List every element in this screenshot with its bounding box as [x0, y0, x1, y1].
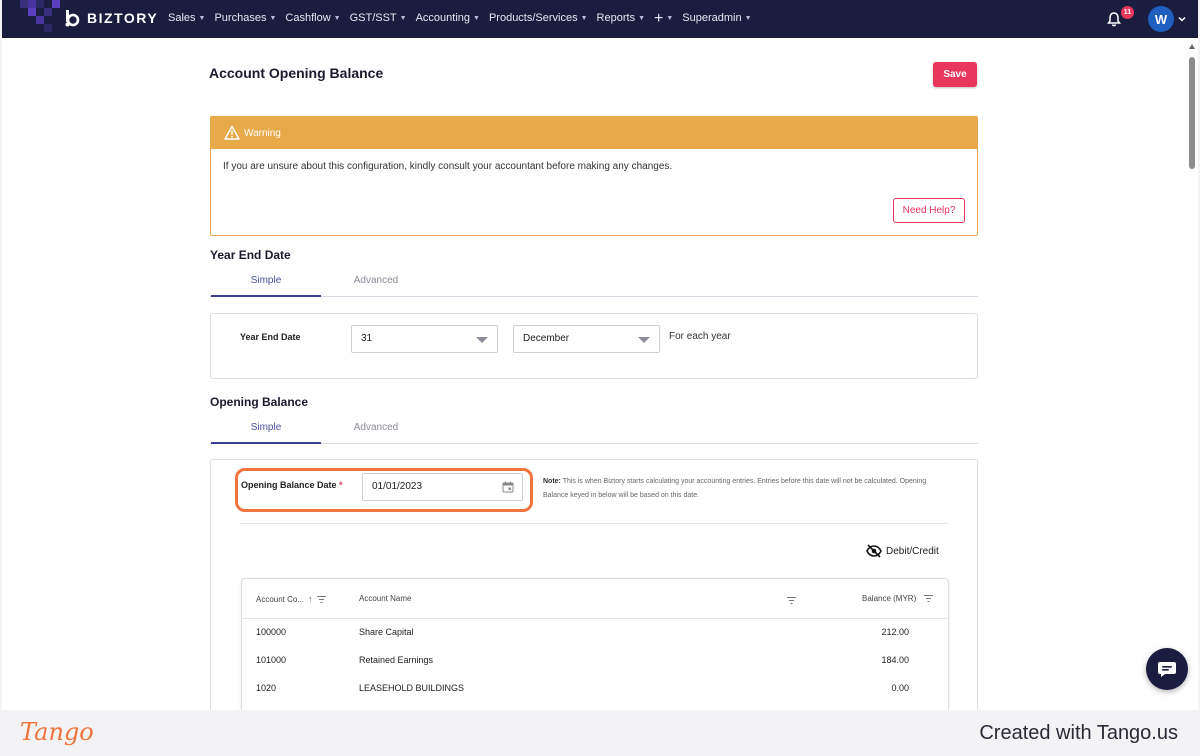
section-divider [240, 523, 948, 524]
screenshot-frame: BIZTORY Sales ▼ Purchases ▼ Cashflow ▼ GST/… [0, 0, 1200, 710]
year-end-month-select[interactable]: December [513, 325, 660, 353]
year-end-suffix: For each year [669, 331, 731, 342]
menu-products-services[interactable]: Products/Services ▼ [489, 12, 588, 24]
chevron-down-icon: ▼ [473, 14, 480, 22]
table-row[interactable]: 100000 Share Capital 212.00 [242, 619, 948, 647]
year-end-date-label: Year End Date [240, 332, 301, 342]
opening-date-label: Opening Balance Date * [241, 480, 343, 490]
filter-icon[interactable] [924, 595, 934, 602]
chevron-down-icon[interactable] [1177, 14, 1187, 24]
warning-message: If you are unsure about this configurati… [223, 161, 673, 172]
chevron-down-icon: ▼ [666, 14, 674, 22]
top-navbar: BIZTORY Sales ▼ Purchases ▼ Cashflow ▼ GST/… [2, 0, 1198, 38]
opening-date-input[interactable]: 01/01/2023 [362, 473, 523, 501]
required-mark: * [339, 480, 343, 490]
chevron-down-icon: ▼ [198, 14, 206, 22]
page-scrollbar[interactable] [1186, 40, 1198, 710]
chat-bubble-icon [1158, 662, 1176, 677]
opening-balance-section-title: Opening Balance [210, 395, 309, 409]
need-help-button[interactable]: Need Help? [893, 198, 965, 223]
main-menu: Sales ▼ Purchases ▼ Cashflow ▼ GST/SST ▼ Acc… [168, 9, 752, 27]
sort-ascending-icon[interactable]: ↑ [308, 594, 313, 604]
menu-accounting[interactable]: Accounting ▼ [416, 12, 480, 24]
menu-reports[interactable]: Reports ▼ [597, 12, 645, 24]
table-row[interactable]: 1020 LEASEHOLD BUILDINGS 0.00 [242, 675, 948, 703]
dropdown-arrow-icon [476, 337, 488, 343]
year-end-card: Year End Date 31 December For each year [210, 313, 978, 379]
debit-credit-toggle[interactable]: Debit/Credit [866, 544, 939, 558]
menu-gst-sst[interactable]: GST/SST ▼ [350, 12, 407, 24]
chat-widget-button[interactable] [1146, 648, 1188, 690]
menu-superadmin[interactable]: Superadmin ▼ [682, 12, 751, 24]
user-avatar[interactable]: W [1148, 6, 1174, 32]
menu-quick-add[interactable]: + ▼ [654, 9, 674, 27]
year-end-tabs: Simple Advanced [210, 269, 978, 297]
column-account-code[interactable]: Account Co... ↑ [256, 594, 326, 604]
calendar-icon[interactable] [502, 481, 514, 493]
chevron-down-icon: ▼ [333, 14, 341, 22]
menu-purchases[interactable]: Purchases ▼ [214, 12, 276, 24]
brand-logo[interactable]: BIZTORY [64, 9, 158, 27]
tango-logo: Tango [20, 718, 94, 746]
chevron-down-icon: ▼ [580, 14, 588, 22]
warning-title: Warning [244, 127, 281, 139]
warning-header: Warning [211, 117, 977, 149]
opening-balance-tabs: Simple Advanced [210, 416, 978, 444]
table-header: Account Co... ↑ Account Name Balance (MY… [242, 579, 948, 619]
menu-sales[interactable]: Sales ▼ [168, 12, 205, 24]
year-end-section-title: Year End Date [210, 248, 291, 262]
warning-triangle-icon [224, 125, 240, 140]
column-balance[interactable]: Balance (MYR) [862, 594, 934, 603]
bell-icon[interactable] [1106, 11, 1122, 27]
opening-balance-table: Account Co... ↑ Account Name Balance (MY… [241, 578, 949, 710]
tab-year-end-simple[interactable]: Simple [211, 269, 321, 297]
tab-opening-simple[interactable]: Simple [211, 416, 321, 444]
eye-off-icon [866, 544, 882, 558]
year-end-day-select[interactable]: 31 [351, 325, 498, 353]
tango-footer: Tango Created with Tango.us [0, 710, 1200, 756]
app-window: BIZTORY Sales ▼ Purchases ▼ Cashflow ▼ GST/… [2, 0, 1198, 710]
tab-year-end-advanced[interactable]: Advanced [321, 269, 431, 297]
chevron-down-icon: ▼ [269, 14, 277, 22]
scroll-thumb[interactable] [1189, 57, 1195, 169]
tab-opening-advanced[interactable]: Advanced [321, 416, 431, 444]
save-button[interactable]: Save [933, 62, 977, 87]
opening-balance-card: Opening Balance Date * 01/01/2023 Note: … [210, 459, 978, 710]
scroll-up-arrow-icon[interactable] [1189, 44, 1195, 49]
filter-icon[interactable] [316, 595, 326, 603]
biztory-logo-icon [65, 10, 80, 27]
tango-credit: Created with Tango.us [979, 722, 1178, 744]
chevron-down-icon: ▼ [744, 14, 752, 22]
plus-icon: + [654, 9, 664, 27]
menu-cashflow[interactable]: Cashflow ▼ [285, 12, 340, 24]
dropdown-arrow-icon [638, 337, 650, 343]
filter-icon[interactable] [787, 597, 796, 604]
opening-date-note: Note: This is when Biztory starts calcul… [543, 478, 927, 499]
chevron-down-icon: ▼ [638, 14, 646, 22]
page-title: Account Opening Balance [209, 65, 384, 81]
chevron-down-icon: ▼ [399, 14, 407, 22]
notification-badge: 11 [1121, 6, 1134, 19]
column-account-name[interactable]: Account Name [359, 594, 411, 603]
warning-panel: Warning If you are unsure about this con… [210, 116, 978, 236]
brand-pixel-decoration [2, 0, 62, 38]
table-row[interactable]: 101000 Retained Earnings 184.00 [242, 647, 948, 675]
brand-name: BIZTORY [87, 10, 159, 26]
